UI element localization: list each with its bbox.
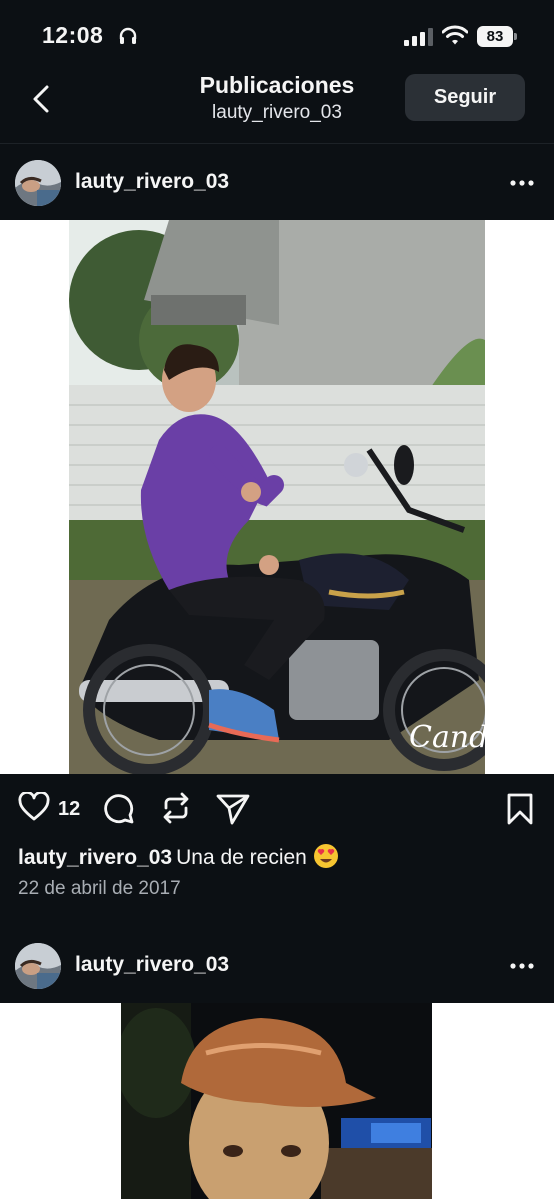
caption-username[interactable]: lauty_rivero_03 — [18, 846, 172, 869]
post-actions: 12 — [0, 774, 554, 844]
comment-icon[interactable] — [103, 793, 135, 825]
heart-eyes-emoji-icon — [313, 844, 338, 868]
status-time: 12:08 — [42, 22, 104, 48]
more-horizontal-icon[interactable] — [510, 180, 534, 186]
post-media — [0, 1003, 554, 1199]
headphone-icon — [119, 27, 137, 44]
heart-icon[interactable] — [18, 792, 50, 822]
send-icon[interactable] — [216, 793, 250, 825]
post-username[interactable]: lauty_rivero_03 — [75, 953, 229, 977]
watermark-logo: Candy — [409, 720, 485, 755]
wifi-icon — [442, 25, 468, 45]
post-username[interactable]: lauty_rivero_03 — [75, 170, 229, 194]
post-header: lauty_rivero_03 — [0, 144, 554, 220]
follow-button[interactable]: Seguir — [405, 74, 525, 121]
post-date: 22 de abril de 2017 — [18, 878, 181, 899]
post-header: lauty_rivero_03 — [0, 927, 554, 1003]
like-count[interactable]: 12 — [58, 798, 80, 821]
more-horizontal-icon[interactable] — [510, 963, 534, 969]
signal-icon — [404, 28, 433, 46]
avatar[interactable] — [15, 943, 61, 989]
caption-text: Una de recien — [176, 846, 307, 869]
bookmark-icon[interactable] — [507, 793, 533, 825]
post-media: Candy — [0, 220, 554, 774]
battery-indicator: 83 — [477, 26, 517, 47]
post-photo[interactable]: Candy — [69, 220, 485, 774]
post-caption: lauty_rivero_03 Una de recien — [18, 843, 339, 870]
repost-icon[interactable] — [161, 792, 191, 824]
battery-level: 83 — [477, 26, 513, 47]
avatar[interactable] — [15, 160, 61, 206]
nav-header: Publicaciones lauty_rivero_03 Seguir — [0, 64, 554, 144]
battery-tip — [514, 33, 517, 40]
post-photo[interactable] — [121, 1003, 432, 1199]
status-bar: 12:08 83 — [0, 0, 554, 64]
